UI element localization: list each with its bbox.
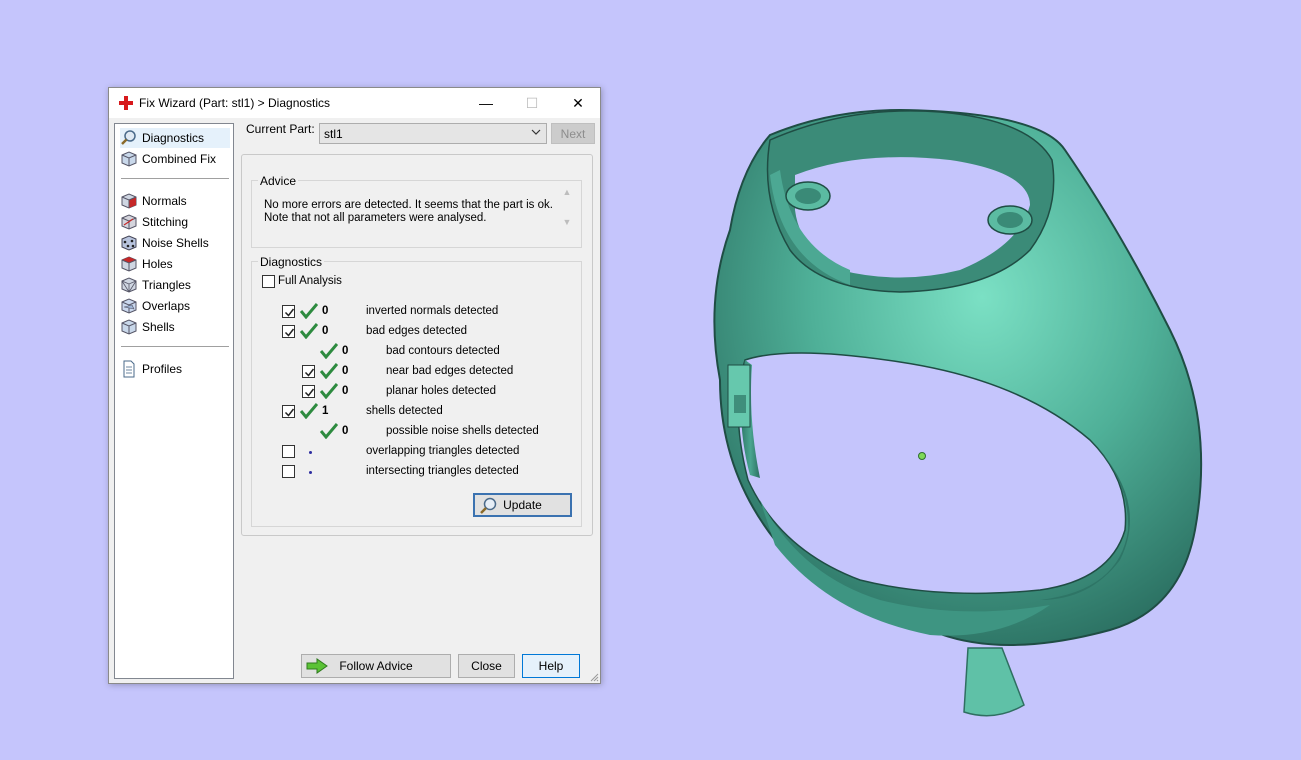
sidebar-item-label: Combined Fix: [142, 152, 217, 166]
shells-label: shells detected: [366, 405, 443, 417]
near-bad-edges-count: 0: [342, 365, 349, 377]
triangles-cube-icon: [121, 277, 137, 293]
stitching-cube-icon: [121, 214, 137, 230]
inverted-normals-count: 0: [322, 305, 329, 317]
maximize-button[interactable]: ☐: [509, 88, 555, 118]
advice-line-1: No more errors are detected. It seems th…: [264, 199, 553, 211]
overlapping-triangles-checkbox[interactable]: [282, 445, 295, 458]
close-window-button[interactable]: ✕: [555, 88, 601, 118]
not-analysed-dot: [309, 471, 312, 474]
current-part-select[interactable]: stl1: [319, 123, 547, 144]
green-check-icon: [320, 383, 338, 399]
green-check-icon: [320, 423, 338, 439]
sidebar-item-label: Diagnostics: [142, 131, 205, 145]
sidebar-item-triangles[interactable]: Triangles: [120, 275, 230, 295]
current-part-label: Current Part:: [246, 122, 315, 136]
shells-checkbox[interactable]: [282, 405, 295, 418]
noise-shells-count: 0: [342, 425, 349, 437]
sidebar-item-label: Overlaps: [142, 299, 191, 313]
bad-contours-label: bad contours detected: [386, 345, 500, 357]
planar-holes-label: planar holes detected: [386, 385, 496, 397]
not-analysed-dot: [309, 451, 312, 454]
normals-cube-icon: [121, 193, 137, 209]
planar-holes-count: 0: [342, 385, 349, 397]
full-analysis-checkbox[interactable]: [262, 275, 275, 288]
sidebar-item-label: Noise Shells: [142, 236, 209, 250]
diagnostics-group-label: Diagnostics: [258, 255, 325, 269]
noise-shells-label: possible noise shells detected: [386, 425, 539, 437]
bad-edges-label: bad edges detected: [366, 325, 468, 337]
inverted-normals-label: inverted normals detected: [366, 305, 499, 317]
red-cross-icon: [119, 96, 133, 110]
full-analysis-label: Full Analysis: [278, 275, 342, 287]
update-label: Update: [503, 498, 542, 512]
follow-advice-button[interactable]: Follow Advice: [301, 654, 451, 678]
profiles-document-icon: [123, 360, 135, 378]
follow-advice-label: Follow Advice: [339, 659, 413, 673]
sidebar-item-diagnostics[interactable]: Diagnostics: [120, 128, 230, 148]
pivot-point: [918, 452, 926, 460]
current-part-value: stl1: [324, 127, 343, 141]
sidebar-item-stitching[interactable]: Stitching: [120, 212, 230, 232]
noise-shells-icon: [121, 235, 137, 251]
green-check-icon: [300, 323, 318, 339]
sidebar-item-noise-shells[interactable]: Noise Shells: [120, 233, 230, 253]
magnifier-icon: [121, 130, 136, 145]
sidebar-item-label: Normals: [142, 194, 187, 208]
sidebar-item-holes[interactable]: Holes: [120, 254, 230, 274]
resize-grip-icon[interactable]: [589, 672, 599, 682]
sidebar-item-shells[interactable]: Shells: [120, 317, 230, 337]
holes-cube-icon: [121, 256, 137, 272]
advice-line-2: Note that not all parameters were analys…: [264, 212, 487, 224]
magnifier-icon: [480, 497, 497, 514]
update-button[interactable]: Update: [473, 493, 572, 517]
advice-group-label: Advice: [258, 174, 299, 188]
fix-steps-sidebar: Diagnostics Combined Fix Normals Stitchi…: [114, 123, 234, 679]
planar-holes-checkbox[interactable]: [302, 385, 315, 398]
intersecting-triangles-label: intersecting triangles detected: [366, 465, 519, 477]
scroll-up-icon: ▲: [562, 187, 572, 197]
sidebar-divider: [121, 178, 229, 179]
green-check-icon: [320, 343, 338, 359]
shells-cube-icon: [121, 319, 137, 335]
green-check-icon: [300, 403, 318, 419]
sidebar-item-overlaps[interactable]: Overlaps: [120, 296, 230, 316]
green-check-icon: [300, 303, 318, 319]
close-button[interactable]: Close: [458, 654, 515, 678]
scroll-down-icon: ▼: [562, 217, 572, 227]
window-title: Fix Wizard (Part: stl1) > Diagnostics: [139, 96, 331, 110]
sidebar-divider: [121, 346, 229, 347]
sidebar-item-normals[interactable]: Normals: [120, 191, 230, 211]
shells-count: 1: [322, 405, 329, 417]
advice-scrollbar[interactable]: ▲ ▼: [561, 187, 573, 233]
bad-edges-checkbox[interactable]: [282, 325, 295, 338]
fix-wizard-window: Fix Wizard (Part: stl1) > Diagnostics — …: [108, 87, 601, 684]
sidebar-item-profiles[interactable]: Profiles: [120, 359, 230, 379]
advice-group: No more errors are detected. It seems th…: [251, 180, 582, 248]
overlaps-cube-icon: [121, 298, 137, 314]
diagnostics-panel: No more errors are detected. It seems th…: [241, 154, 593, 536]
near-bad-edges-checkbox[interactable]: [302, 365, 315, 378]
bad-edges-count: 0: [322, 325, 329, 337]
sidebar-item-label: Shells: [142, 320, 175, 334]
combined-fix-cube-icon: [121, 151, 137, 167]
near-bad-edges-label: near bad edges detected: [386, 365, 514, 377]
help-button[interactable]: Help: [522, 654, 580, 678]
green-arrow-right-icon: [306, 658, 328, 674]
minimize-button[interactable]: —: [463, 88, 509, 118]
sidebar-item-label: Triangles: [142, 278, 191, 292]
inverted-normals-checkbox[interactable]: [282, 305, 295, 318]
sidebar-item-label: Profiles: [142, 362, 183, 376]
overlapping-triangles-label: overlapping triangles detected: [366, 445, 520, 457]
sidebar-item-label: Holes: [142, 257, 173, 271]
next-button[interactable]: Next: [551, 123, 595, 144]
chevron-down-icon: [531, 129, 541, 135]
advice-text: No more errors are detected. It seems th…: [264, 199, 554, 225]
bad-contours-count: 0: [342, 345, 349, 357]
intersecting-triangles-checkbox[interactable]: [282, 465, 295, 478]
green-check-icon: [320, 363, 338, 379]
sidebar-item-label: Stitching: [142, 215, 189, 229]
sidebar-item-combined-fix[interactable]: Combined Fix: [120, 149, 230, 169]
title-bar[interactable]: Fix Wizard (Part: stl1) > Diagnostics — …: [109, 88, 600, 118]
